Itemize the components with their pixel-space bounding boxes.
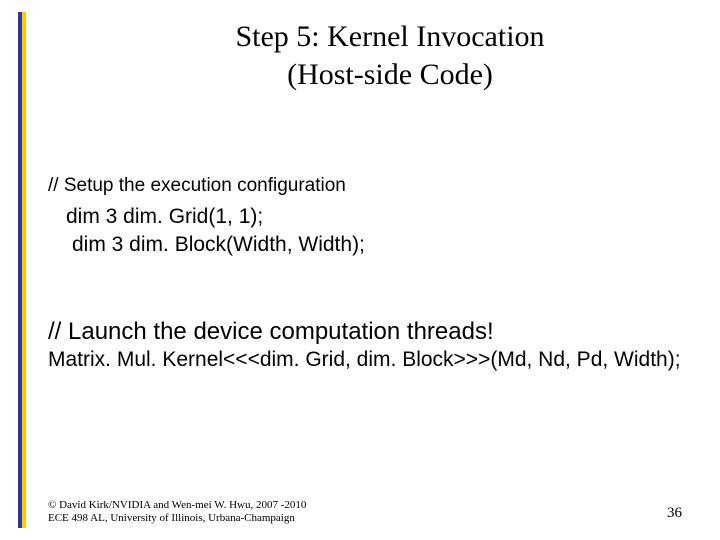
launch-comment: // Launch the device computation threads… [48,318,700,346]
slide-title: Step 5: Kernel Invocation (Host-side Cod… [120,18,660,93]
page-number: 36 [667,505,682,522]
copyright-line-1: © David Kirk/NVIDIA and Wen-mei W. Hwu, … [48,499,306,513]
launch-section: // Launch the device computation threads… [48,318,700,372]
config-code-line-1: dim 3 dim. Grid(1, 1); [66,203,700,231]
config-comment: // Setup the execution configuration [48,175,700,197]
slide: Step 5: Kernel Invocation (Host-side Cod… [0,0,720,540]
config-code-line-2: dim 3 dim. Block(Width, Width); [72,231,700,259]
accent-bar [18,12,26,528]
title-line-1: Step 5: Kernel Invocation [120,18,660,56]
copyright-line-2: ECE 498 AL, University of Illinois, Urba… [48,512,306,526]
copyright-footer: © David Kirk/NVIDIA and Wen-mei W. Hwu, … [48,499,306,527]
launch-call-code: Matrix. Mul. Kernel<<<dim. Grid, dim. Bl… [48,348,700,372]
slide-body: // Setup the execution configuration dim… [48,175,700,372]
accent-stripe-yellow [22,12,26,528]
title-line-2: (Host-side Code) [120,56,660,94]
